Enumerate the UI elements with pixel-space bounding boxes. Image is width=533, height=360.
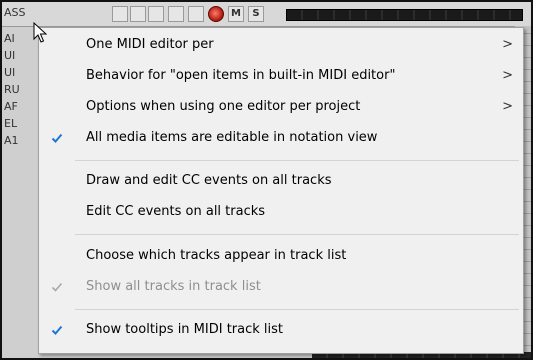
track-button[interactable] (130, 6, 146, 22)
menu-item-label: Behavior for "open items in built-in MID… (86, 68, 396, 83)
checkmark-icon (51, 325, 63, 335)
submenu-arrow-icon: > (502, 37, 513, 52)
menu-separator (75, 234, 519, 235)
checkmark-icon (51, 282, 63, 292)
track-name[interactable]: ASS (4, 6, 26, 19)
menu-item-label: Draw and edit CC events on all tracks (86, 173, 332, 188)
submenu-arrow-icon: > (502, 68, 513, 83)
track-list-label[interactable]: A1 (4, 132, 20, 149)
menu-item-show-all-tracks: Show all tracks in track list (41, 275, 521, 299)
mouse-cursor-icon (33, 22, 47, 43)
menu-separator (75, 309, 519, 310)
track-list-label[interactable]: UI (4, 64, 20, 81)
menu-item-options-one-editor[interactable]: Options when using one editor per projec… (41, 95, 521, 119)
track-list-label[interactable]: AI (4, 30, 20, 47)
menu-item-edit-cc[interactable]: Edit CC events on all tracks (41, 200, 521, 224)
track-button[interactable] (168, 6, 184, 22)
menu-item-label: All media items are editable in notation… (86, 130, 378, 145)
track-list-label[interactable]: UI (4, 47, 20, 64)
menu-separator (75, 160, 519, 161)
menu-item-show-tooltips[interactable]: Show tooltips in MIDI track list (41, 318, 521, 342)
menu-item-label: Show all tracks in track list (86, 279, 261, 294)
menu-item-label: Edit CC events on all tracks (86, 204, 266, 219)
menu-item-label: Options when using one editor per projec… (86, 99, 361, 114)
record-arm-button[interactable] (208, 6, 224, 22)
level-meter (286, 9, 523, 21)
submenu-arrow-icon: > (502, 99, 513, 114)
menu-item-editable-in-notation[interactable]: All media items are editable in notation… (41, 126, 521, 150)
menu-item-one-midi-editor-per[interactable]: One MIDI editor per > (41, 33, 521, 57)
track-list-label[interactable]: AF (4, 98, 20, 115)
track-header: ASS M S (2, 2, 531, 27)
menu-item-behavior-open-items[interactable]: Behavior for "open items in built-in MID… (41, 64, 521, 88)
track-button[interactable] (148, 6, 164, 22)
solo-button[interactable]: S (248, 6, 264, 22)
menu-item-label: One MIDI editor per (86, 37, 214, 52)
menu-item-label: Choose which tracks appear in track list (86, 248, 347, 263)
menu-item-choose-tracks[interactable]: Choose which tracks appear in track list (41, 244, 521, 268)
menu-item-draw-edit-cc[interactable]: Draw and edit CC events on all tracks (41, 169, 521, 193)
track-list-label[interactable]: RU (4, 81, 20, 98)
track-list-label[interactable]: EL (4, 115, 20, 132)
track-button[interactable] (188, 6, 204, 22)
mute-button[interactable]: M (228, 6, 244, 22)
context-menu: One MIDI editor per > Behavior for "open… (38, 27, 524, 354)
track-list-labels: AI UI UI RU AF EL A1 (4, 30, 20, 149)
checkmark-icon (51, 133, 63, 143)
track-button[interactable] (112, 6, 128, 22)
menu-item-label: Show tooltips in MIDI track list (86, 322, 284, 337)
